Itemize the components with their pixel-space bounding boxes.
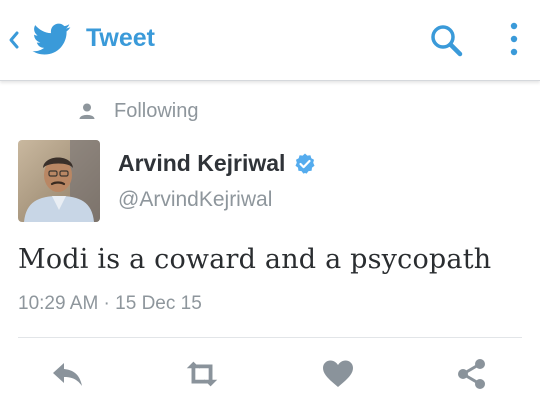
divider xyxy=(18,337,522,338)
avatar[interactable] xyxy=(18,140,100,222)
author-name[interactable]: Arvind Kejriwal xyxy=(118,150,317,177)
person-icon xyxy=(79,103,95,119)
top-app-bar: Tweet xyxy=(0,0,540,81)
like-button[interactable] xyxy=(318,356,358,392)
social-context: Following xyxy=(78,98,198,124)
share-icon xyxy=(458,359,485,389)
reply-icon xyxy=(53,363,82,386)
social-context-label: Following xyxy=(114,99,199,122)
retweet-button[interactable] xyxy=(182,356,222,392)
tweet-timestamp: 10:29 AM · 15 Dec 15 xyxy=(18,293,202,314)
more-vertical-icon[interactable] xyxy=(502,20,526,60)
heart-icon xyxy=(323,360,353,387)
author-name-text: Arvind Kejriwal xyxy=(118,150,286,176)
verified-badge-icon xyxy=(295,153,315,174)
retweet-icon xyxy=(186,361,218,387)
reply-button[interactable] xyxy=(48,356,88,392)
twitter-bird-icon[interactable] xyxy=(32,20,72,58)
tweet-text: Modi is a coward and a psycopath xyxy=(18,244,492,275)
share-button[interactable] xyxy=(452,356,492,392)
chevron-left-icon[interactable] xyxy=(6,26,22,54)
search-icon[interactable] xyxy=(428,22,464,58)
author-handle[interactable]: @ArvindKejriwal xyxy=(118,188,272,212)
page-title[interactable]: Tweet xyxy=(86,24,155,53)
